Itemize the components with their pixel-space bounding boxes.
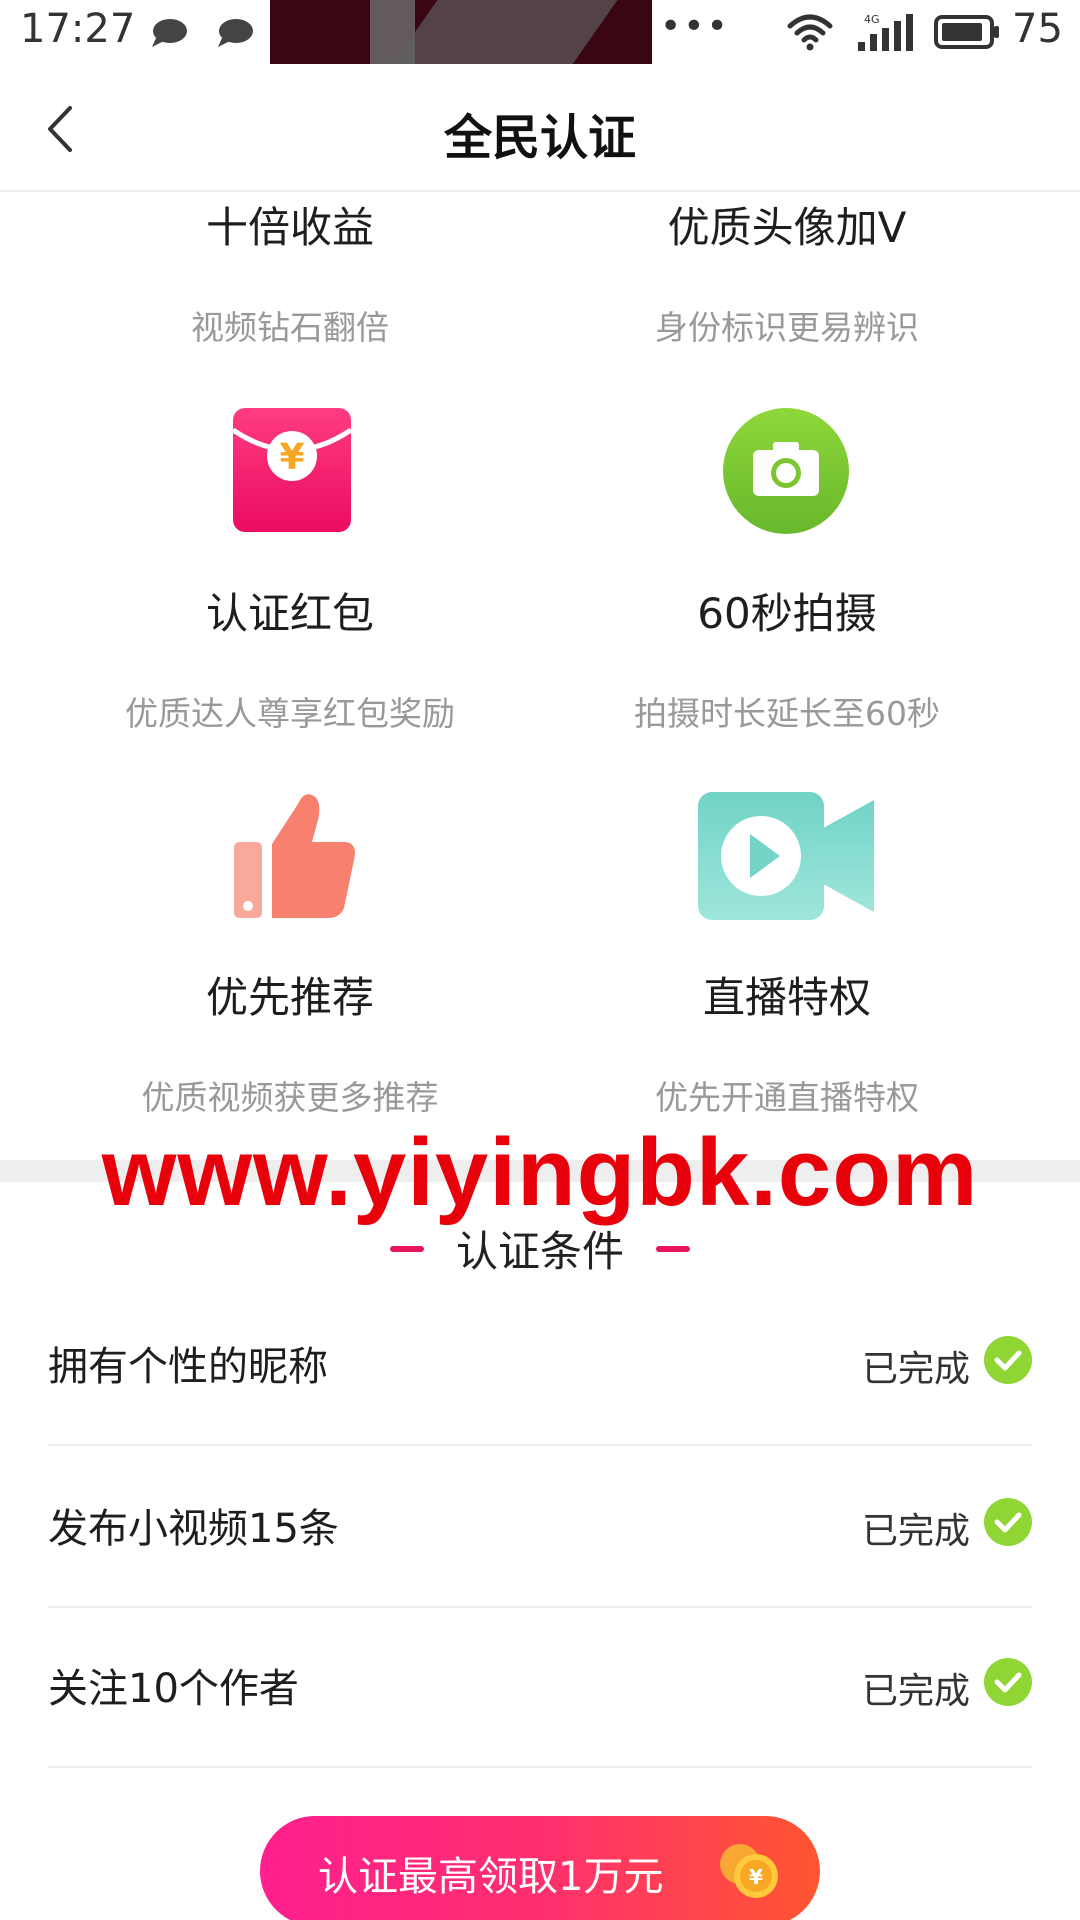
claim-reward-label: 认证最高领取1万元: [318, 1854, 664, 1900]
status-bar: 17:27 ••• 4G 75: [0, 0, 1080, 66]
requirement-row: 发布小视频15条 已完成: [48, 1446, 1032, 1608]
app-header: 全民认证: [0, 66, 1080, 192]
benefit-subtitle: 身份标识更易辨识: [655, 308, 919, 347]
chat-bubble-icon: [152, 19, 187, 47]
requirement-label: 拥有个性的昵称: [48, 1344, 328, 1390]
thumbs-up-icon: [234, 794, 355, 918]
benefit-title: 认证红包: [205, 589, 374, 638]
requirement-label: 发布小视频15条: [48, 1506, 339, 1552]
benefit-item: 十倍收益 视频钻石翻倍: [20, 194, 560, 349]
benefit-title: 直播特权: [702, 973, 871, 1022]
benefit-title: 60秒拍摄: [697, 589, 877, 638]
benefit-item: 优先推荐 优质视频获更多推荐: [20, 964, 560, 1119]
check-circle-icon: [984, 1498, 1032, 1546]
yuan-symbol: ¥: [279, 437, 304, 478]
benefit-subtitle: 视频钻石翻倍: [191, 308, 389, 347]
heading-dash: [389, 1245, 424, 1252]
section-heading: 认证条件: [0, 1218, 1080, 1279]
red-envelope-icon: ¥: [233, 408, 351, 532]
check-circle-icon: [984, 1336, 1032, 1384]
requirement-status: 已完成: [861, 1671, 970, 1712]
check-circle-icon: [984, 1658, 1032, 1706]
benefit-title: 优先推荐: [205, 973, 374, 1022]
benefit-item: 优质头像加V 身份标识更易辨识: [517, 194, 1057, 349]
benefit-subtitle: 优质达人尊享红包奖励: [125, 694, 455, 733]
camera-icon: [723, 408, 849, 534]
benefit-item: 60秒拍摄 拍摄时长延长至60秒: [517, 580, 1057, 735]
video-camera-icon: [698, 792, 874, 920]
battery-level: 75: [1012, 6, 1063, 52]
requirement-label: 关注10个作者: [48, 1666, 299, 1712]
chat-bubble-icon: [218, 19, 253, 47]
benefit-subtitle: 优先开通直播特权: [655, 1078, 919, 1117]
svg-text:¥: ¥: [749, 1865, 763, 1889]
claim-reward-button[interactable]: 认证最高领取1万元 ¥: [260, 1816, 820, 1920]
benefit-item: 认证红包 优质达人尊享红包奖励: [20, 580, 560, 735]
benefit-title: 优质头像加V: [667, 203, 907, 252]
coin-icon: ¥: [720, 1844, 778, 1898]
benefit-subtitle: 拍摄时长延长至60秒: [634, 694, 940, 733]
video-thumbnail: [270, 0, 652, 64]
heading-dash: [656, 1245, 690, 1252]
requirement-status: 已完成: [861, 1511, 970, 1552]
network-type: 4G: [864, 13, 880, 26]
watermark-text: www.yiyingbk.com: [101, 1119, 979, 1226]
benefit-item: 直播特权 优先开通直播特权: [517, 964, 1057, 1119]
section-heading-text: 认证条件: [455, 1227, 624, 1276]
benefit-title: 十倍收益: [205, 203, 374, 252]
battery-icon: [934, 15, 999, 49]
requirement-row: 关注10个作者 已完成: [48, 1606, 1032, 1768]
wifi-icon: [787, 14, 833, 51]
signal-icon: 4G: [858, 13, 913, 51]
benefit-subtitle: 优质视频获更多推荐: [141, 1078, 439, 1117]
requirement-status: 已完成: [861, 1349, 970, 1390]
requirement-row: 拥有个性的昵称 已完成: [48, 1284, 1032, 1446]
more-dots-icon: •••: [660, 6, 730, 47]
status-time: 17:27: [20, 6, 136, 52]
page-title: 全民认证: [443, 110, 636, 166]
